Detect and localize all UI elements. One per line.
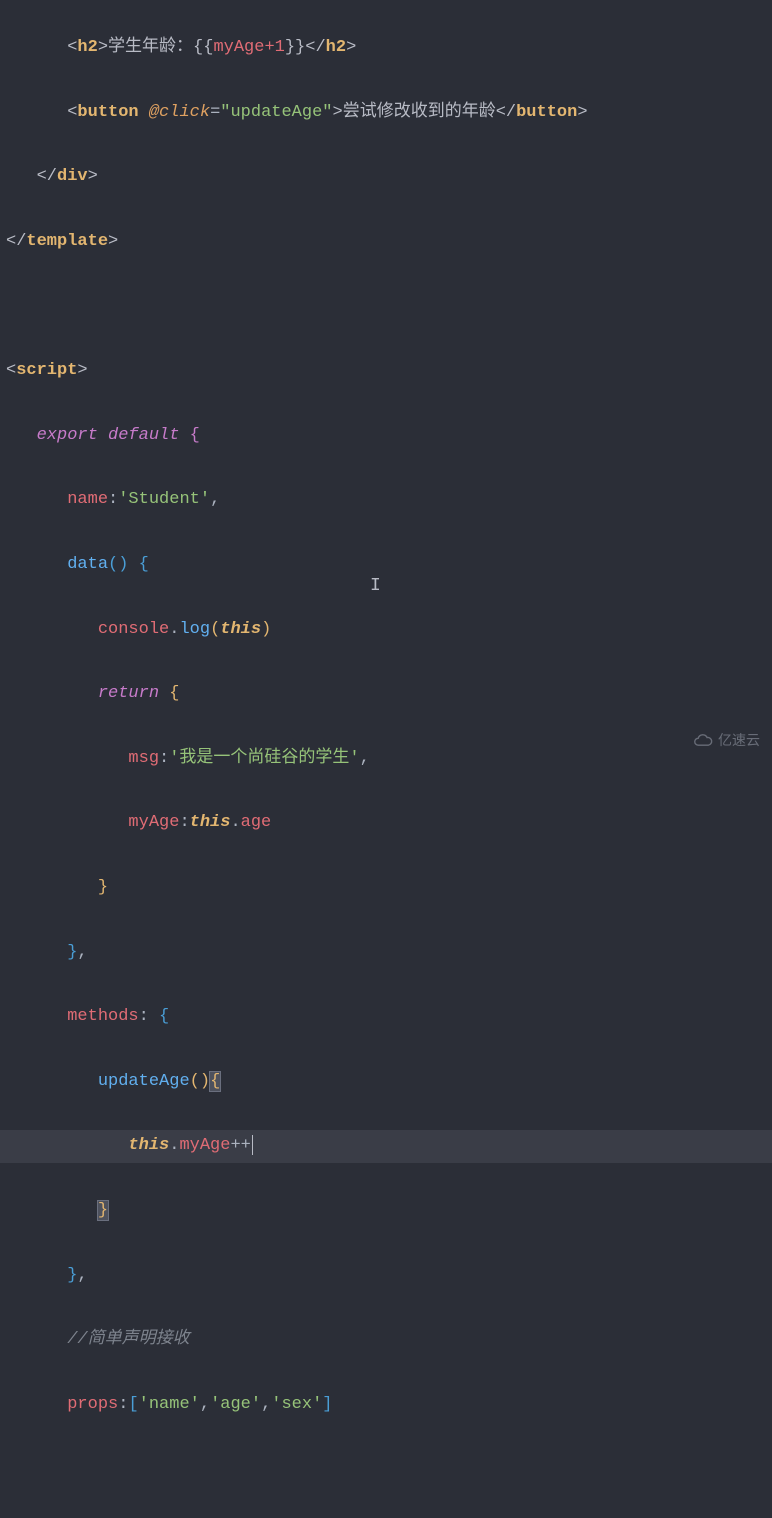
op-increment: ++ [230, 1136, 250, 1155]
text-student-age: 学生年龄： [108, 38, 193, 57]
prop-msg: msg [128, 749, 159, 768]
code-line: myAge:this.age [0, 807, 772, 839]
code-line: updateAge(){ [0, 1066, 772, 1098]
code-line: data() { [0, 549, 772, 581]
code-line: msg:'我是一个尚硅谷的学生', [0, 743, 772, 775]
code-line [0, 291, 772, 323]
button-text: 尝试修改收到的年龄 [343, 103, 496, 122]
kw-this-2: this [190, 813, 231, 832]
kw-export: export [37, 426, 98, 445]
method-updateage: updateAge [98, 1072, 190, 1091]
expr-myage: myAge+1 [213, 38, 284, 57]
code-line: }, [0, 1260, 772, 1292]
code-line: }, [0, 937, 772, 969]
tag-h2-open: h2 [77, 38, 97, 57]
code-editor[interactable]: <h2>学生年龄：{{myAge+1}}</h2> <button @click… [0, 0, 772, 1518]
code-line: name:'Student', [0, 484, 772, 516]
kw-default: default [108, 426, 179, 445]
val-name: 'name' [139, 1395, 200, 1414]
code-line: </div> [0, 161, 772, 193]
val-msg: '我是一个尚硅谷的学生' [169, 749, 359, 768]
attr-click: @click [149, 103, 210, 122]
val-student: 'Student' [118, 490, 210, 509]
code-line: <h2>学生年龄：{{myAge+1}}</h2> [0, 32, 772, 64]
watermark: 亿速云 [692, 727, 760, 754]
prop-props: props [67, 1395, 118, 1414]
prop-myage: myAge [128, 813, 179, 832]
kw-return: return [98, 684, 159, 703]
tag-h2-close: h2 [326, 38, 346, 57]
ident-age: age [241, 813, 272, 832]
tag-div-close: div [57, 167, 88, 186]
code-line: return { [0, 678, 772, 710]
code-line: export default { [0, 420, 772, 452]
code-line: <button @click="updateAge">尝试修改收到的年龄</bu… [0, 97, 772, 129]
tag-button-open: button [77, 103, 138, 122]
code-line-active: this.myAge++ [0, 1130, 772, 1162]
watermark-text: 亿速云 [718, 727, 760, 754]
text-cursor [252, 1135, 253, 1155]
method-log: log [179, 620, 210, 639]
tag-button-close: button [516, 103, 577, 122]
comment-simple-declare: //简单声明接收 [67, 1330, 189, 1349]
code-line: } [0, 1195, 772, 1227]
cloud-icon [692, 733, 714, 749]
val-age: 'age' [210, 1395, 261, 1414]
val-sex: 'sex' [271, 1395, 322, 1414]
attr-val-updateage: updateAge [230, 103, 322, 122]
prop-methods: methods [67, 1007, 138, 1026]
code-line: props:['name','age','sex'] [0, 1389, 772, 1421]
code-line: //简单声明接收 [0, 1324, 772, 1356]
method-data: data [67, 555, 108, 574]
code-line: } [0, 872, 772, 904]
kw-this-3: this [128, 1136, 169, 1155]
code-line: methods: { [0, 1001, 772, 1033]
kw-this: this [220, 620, 261, 639]
tag-script-open: script [16, 361, 77, 380]
code-line: </template> [0, 226, 772, 258]
ident-myage: myAge [179, 1136, 230, 1155]
prop-name: name [67, 490, 108, 509]
code-line: console.log(this) [0, 614, 772, 646]
code-line [0, 1453, 772, 1485]
code-line: <script> [0, 355, 772, 387]
tag-template-close: template [26, 232, 108, 251]
ident-console: console [98, 620, 169, 639]
